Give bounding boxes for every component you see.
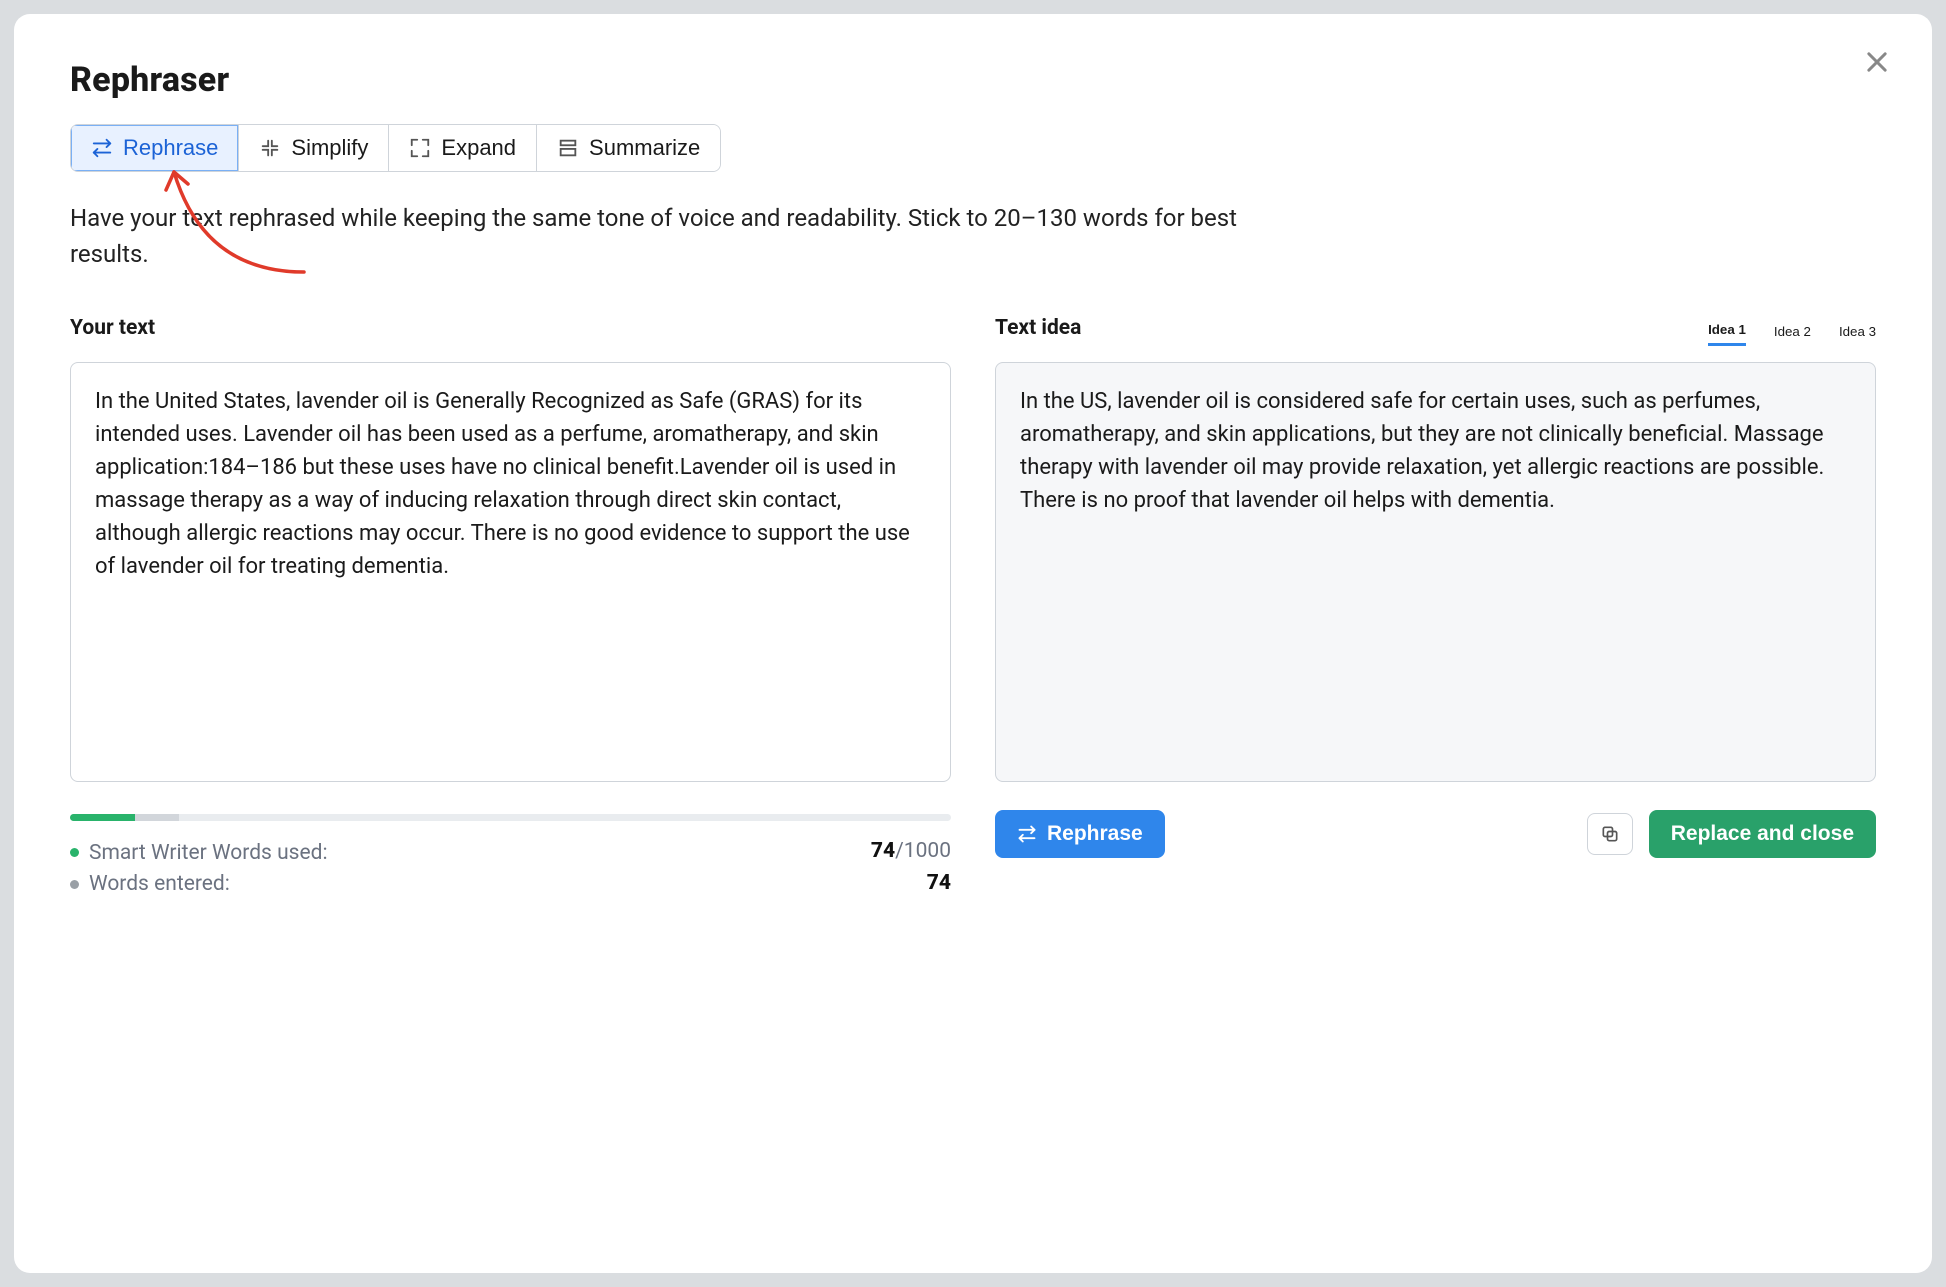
left-column: Your text Smart Writer Words used: 74/10… [70, 316, 951, 902]
replace-and-close-button[interactable]: Replace and close [1649, 810, 1876, 858]
close-button[interactable] [1858, 44, 1896, 82]
rephrase-icon [1017, 824, 1037, 844]
rephrase-button[interactable]: Rephrase [995, 810, 1165, 858]
summarize-icon [557, 137, 579, 159]
tab-summarize[interactable]: Summarize [537, 125, 720, 171]
close-icon [1863, 64, 1891, 79]
modal-title: Rephraser [70, 60, 1876, 100]
tab-expand-label: Expand [441, 135, 516, 161]
idea-tabs: Idea 1 Idea 2 Idea 3 [1708, 322, 1876, 346]
smart-writer-words-value: 74/1000 [871, 839, 951, 863]
replace-and-close-label: Replace and close [1671, 822, 1854, 846]
text-idea-label: Text idea [995, 316, 1081, 340]
mode-description: Have your text rephrased while keeping t… [70, 200, 1270, 272]
idea-tab-2[interactable]: Idea 2 [1774, 322, 1811, 346]
right-column: Text idea Idea 1 Idea 2 Idea 3 In the US… [995, 316, 1876, 858]
tab-rephrase[interactable]: Rephrase [71, 125, 239, 171]
tab-summarize-label: Summarize [589, 135, 700, 161]
idea-tab-1[interactable]: Idea 1 [1708, 322, 1746, 346]
simplify-icon [259, 137, 281, 159]
copy-button[interactable] [1587, 813, 1633, 855]
tab-expand[interactable]: Expand [389, 125, 537, 171]
dot-gray-icon [70, 880, 79, 889]
text-idea-output: In the US, lavender oil is considered sa… [995, 362, 1876, 782]
mode-tabbar: Rephrase Simplify Expand Summarize [70, 124, 721, 172]
idea-tab-3[interactable]: Idea 3 [1839, 322, 1876, 346]
your-text-label: Your text [70, 316, 155, 340]
words-entered-label: Words entered: [89, 872, 230, 896]
words-entered-value: 74 [927, 871, 951, 895]
rephraser-modal: Rephraser Rephrase Simplify Expand Summa… [14, 14, 1932, 1273]
smart-writer-words-label: Smart Writer Words used: [89, 841, 328, 865]
copy-icon [1600, 824, 1620, 844]
dot-green-icon [70, 848, 79, 857]
rephrase-button-label: Rephrase [1047, 822, 1143, 846]
tab-simplify-label: Simplify [291, 135, 368, 161]
progress-bar [70, 814, 951, 821]
tab-simplify[interactable]: Simplify [239, 125, 389, 171]
tab-rephrase-label: Rephrase [123, 135, 218, 161]
expand-icon [409, 137, 431, 159]
rephrase-icon [91, 137, 113, 159]
your-text-input[interactable] [70, 362, 951, 782]
